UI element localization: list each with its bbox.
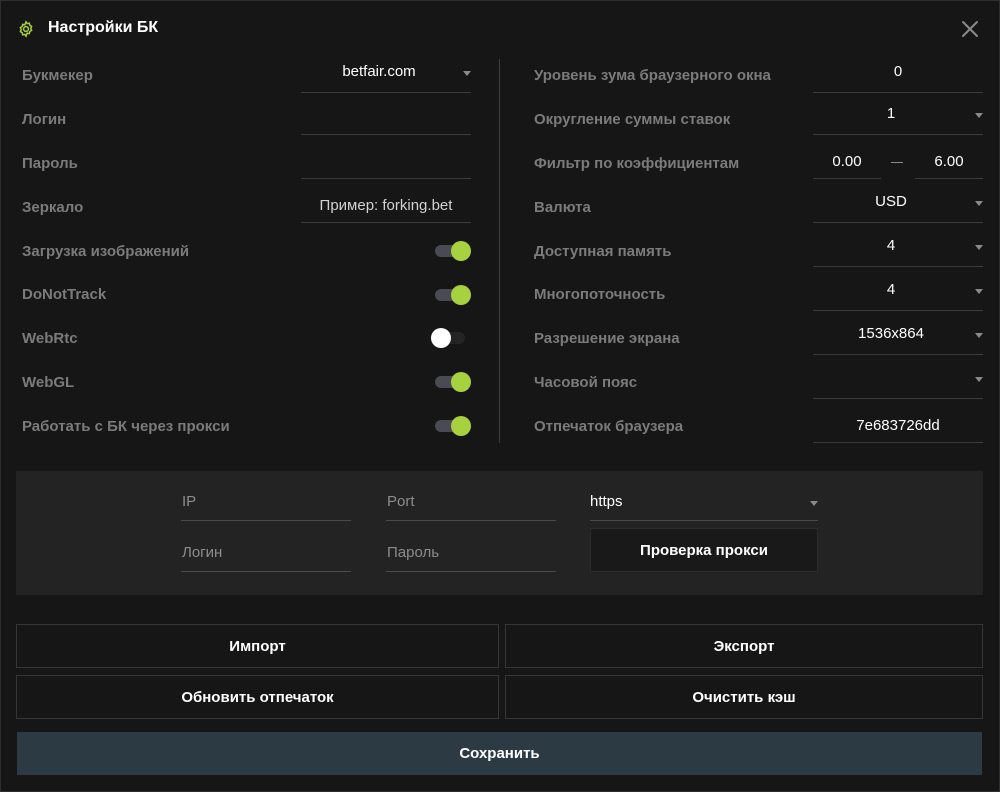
dnt-toggle-label: DoNotTrack (22, 286, 107, 303)
toggle-knob (451, 372, 471, 392)
login-label: Логин (22, 111, 67, 128)
settings-dialog: Настройки БК Букмекер betfair.com Логин … (0, 0, 1000, 792)
toggle-knob (451, 241, 471, 261)
zoom-value: 0 (893, 63, 903, 80)
gear-icon (17, 20, 35, 38)
memory-label: Доступная память (534, 243, 672, 260)
chevron-down-icon (463, 71, 471, 76)
chevron-down-icon (975, 113, 983, 118)
import-button[interactable]: Импорт (16, 624, 499, 668)
clear-cache-button[interactable]: Очистить кэш (505, 675, 983, 719)
bookmaker-value: betfair.com (342, 63, 416, 80)
save-button[interactable]: Сохранить (17, 732, 982, 775)
proxy-protocol-value: https (590, 493, 623, 510)
webgl-toggle-label: WebGL (22, 374, 75, 391)
currency-value: USD (875, 193, 907, 210)
bookmaker-select[interactable]: betfair.com (301, 57, 471, 93)
chevron-down-icon (975, 333, 983, 338)
resolution-label: Разрешение экрана (534, 330, 680, 347)
dnt-toggle[interactable] (435, 283, 471, 307)
memory-select[interactable]: 4 (813, 231, 983, 267)
mirror-label: Зеркало (22, 199, 84, 216)
proxy-protocol-select[interactable]: https (590, 485, 818, 521)
toggle-knob (431, 328, 451, 348)
check-proxy-button[interactable]: Проверка прокси (590, 528, 818, 572)
threads-select[interactable]: 4 (813, 275, 983, 311)
fingerprint-label: Отпечаток браузера (534, 418, 684, 435)
column-divider (499, 59, 500, 443)
export-button[interactable]: Экспорт (505, 624, 983, 668)
currency-select[interactable]: USD (813, 187, 983, 223)
fingerprint-input[interactable]: 7e683726dd (813, 407, 983, 443)
odds-min-value: 0.00 (832, 153, 862, 170)
proxy-login-input[interactable]: Логин (181, 536, 351, 572)
fingerprint-value: 7e683726dd (856, 417, 940, 434)
threads-value: 4 (886, 281, 896, 298)
zoom-label: Уровень зума браузерного окна (534, 67, 771, 84)
chevron-down-icon (810, 501, 818, 506)
currency-label: Валюта (534, 199, 591, 216)
proxy-port-placeholder: Port (387, 493, 415, 510)
chevron-down-icon (975, 245, 983, 250)
threads-label: Многопоточность (534, 286, 666, 303)
webrtc-toggle-label: WebRtc (22, 330, 78, 347)
proxy-password-placeholder: Пароль (387, 544, 440, 561)
proxy-panel: IP Port https Логин Пароль Проверка прок… (16, 471, 983, 595)
password-label: Пароль (22, 155, 78, 172)
proxy-ip-placeholder: IP (182, 493, 197, 510)
webrtc-toggle[interactable] (431, 326, 467, 350)
chevron-down-icon (975, 289, 983, 294)
range-dash (891, 162, 903, 163)
toggle-knob (451, 285, 471, 305)
images-toggle[interactable] (435, 239, 471, 263)
timezone-label: Часовой пояс (534, 374, 638, 391)
close-icon[interactable] (959, 18, 981, 40)
timezone-select[interactable] (813, 363, 983, 399)
zoom-input[interactable]: 0 (813, 57, 983, 93)
webgl-toggle[interactable] (435, 370, 471, 394)
bookmaker-label: Букмекер (22, 67, 93, 84)
proxy-port-input[interactable]: Port (386, 485, 556, 521)
rounding-select[interactable]: 1 (813, 99, 983, 135)
odds-filter-label: Фильтр по коэффициентам (534, 155, 740, 172)
odds-max-value: 6.00 (934, 153, 964, 170)
refresh-fingerprint-button[interactable]: Обновить отпечаток (16, 675, 499, 719)
dialog-titlebar: Настройки БК (1, 1, 1000, 57)
rounding-label: Округление суммы ставок (534, 111, 731, 128)
chevron-down-icon (975, 201, 983, 206)
proxy-toggle[interactable] (435, 414, 471, 438)
memory-value: 4 (886, 237, 896, 254)
mirror-placeholder: Пример: forking.bet (319, 197, 453, 214)
mirror-input[interactable]: Пример: forking.bet (301, 187, 471, 223)
proxy-login-placeholder: Логин (182, 544, 223, 561)
rounding-value: 1 (886, 105, 896, 122)
images-toggle-label: Загрузка изображений (22, 243, 190, 260)
proxy-password-input[interactable]: Пароль (386, 536, 556, 572)
dialog-title: Настройки БК (48, 19, 159, 36)
chevron-down-icon (975, 377, 983, 382)
password-input[interactable] (301, 143, 471, 179)
proxy-ip-input[interactable]: IP (181, 485, 351, 521)
login-input[interactable] (301, 99, 471, 135)
odds-max-input[interactable]: 6.00 (915, 143, 983, 179)
resolution-select[interactable]: 1536x864 (813, 319, 983, 355)
resolution-value: 1536x864 (858, 325, 924, 342)
proxy-toggle-label: Работать с БК через прокси (22, 418, 230, 435)
toggle-knob (451, 416, 471, 436)
odds-min-input[interactable]: 0.00 (813, 143, 881, 179)
